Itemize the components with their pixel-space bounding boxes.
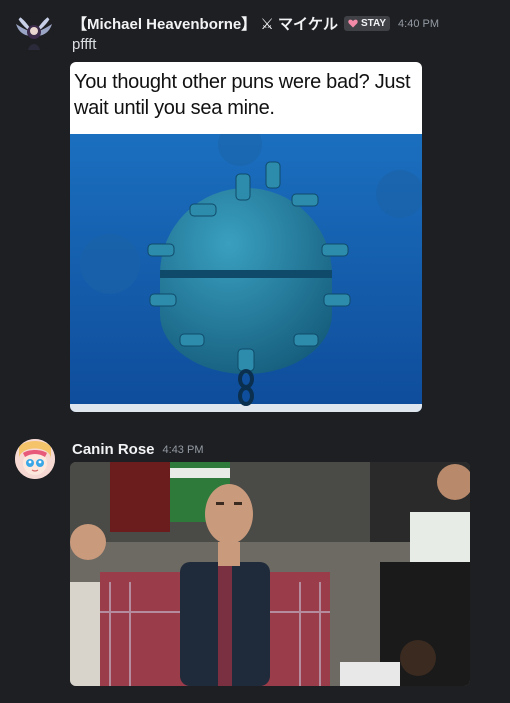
user-avatar-canin[interactable] [15, 439, 55, 479]
sea-mine-image [70, 134, 422, 412]
message-1: 【Michael Heavenborne】 ⚔ マイケル STAY 4:40 P… [0, 0, 510, 420]
message-header: 【Michael Heavenborne】 ⚔ マイケル STAY 4:40 P… [72, 13, 439, 34]
cricket-fan-image [70, 462, 470, 686]
anime-girl-avatar-icon [15, 439, 55, 479]
message-header: Canin Rose 4:43 PM [72, 441, 203, 458]
image-attachment[interactable]: You thought other puns were bad? Just wa… [70, 62, 422, 412]
image-attachment[interactable] [70, 462, 470, 686]
timestamp[interactable]: 4:40 PM [398, 18, 439, 30]
timestamp[interactable]: 4:43 PM [163, 444, 204, 456]
message-text: pffft [72, 36, 97, 53]
message-2: Canin Rose 4:43 PM [0, 420, 510, 703]
badge-label: STAY [361, 18, 387, 29]
meme-caption: You thought other puns were bad? Just wa… [70, 62, 422, 134]
heart-icon [348, 19, 358, 28]
role-badge[interactable]: STAY [344, 16, 391, 31]
username[interactable]: 【Michael Heavenborne】 ⚔ マイケル [72, 13, 338, 34]
winged-angel-avatar-icon [16, 14, 52, 50]
username[interactable]: Canin Rose [72, 441, 155, 458]
user-avatar-michael[interactable] [14, 12, 54, 52]
